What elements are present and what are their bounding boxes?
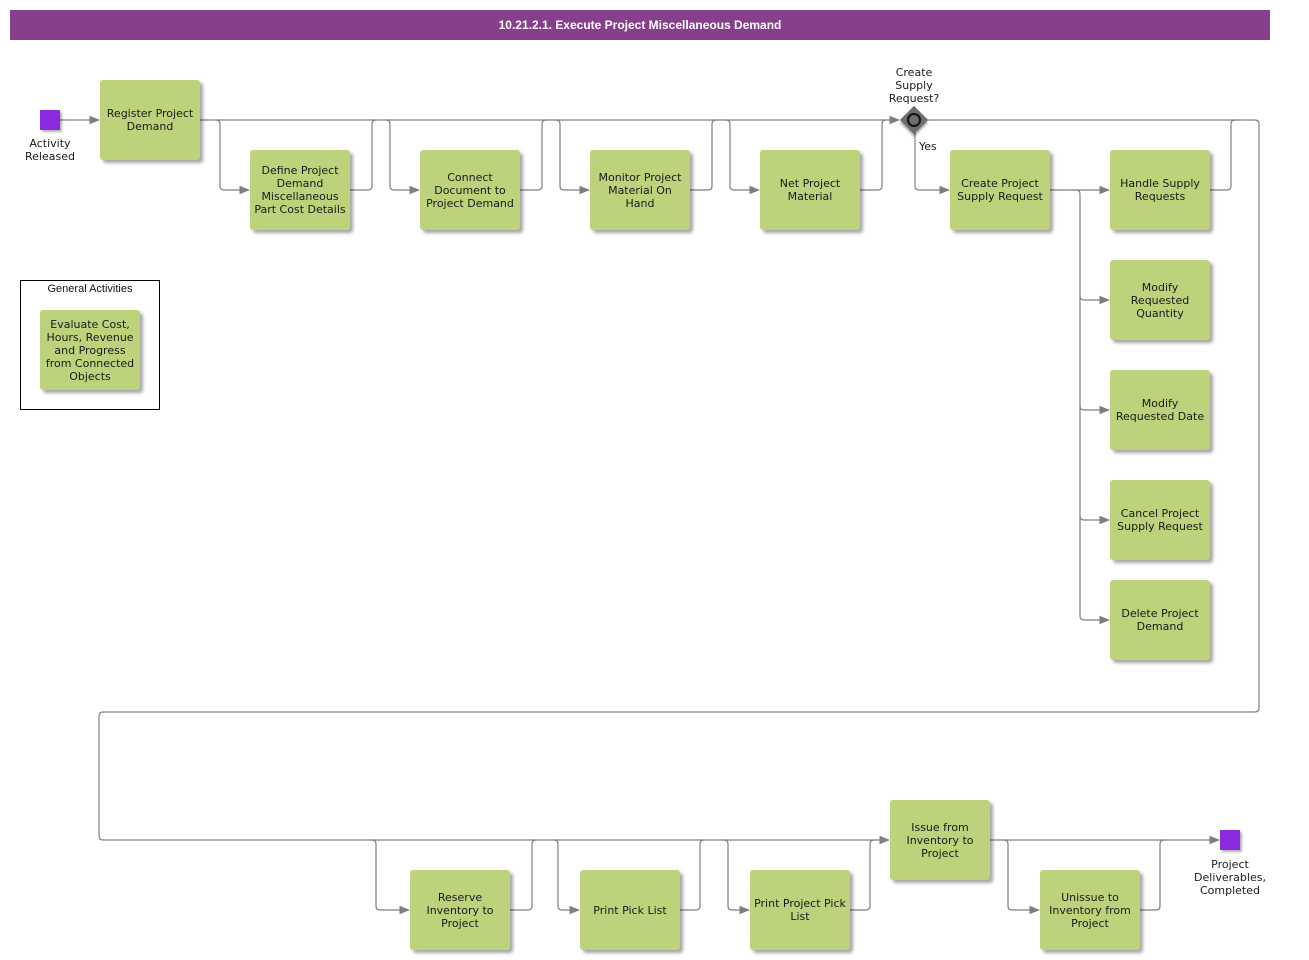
connector-from-print-pick	[680, 839, 705, 911]
connector-to-connect	[385, 119, 421, 195]
task-monitor-material[interactable]: Monitor Project Material On Hand	[590, 150, 690, 230]
connector-to-monitor	[555, 119, 591, 195]
task-modify-requested-date[interactable]: Modify Requested Date	[1110, 370, 1210, 450]
connector-to-print-project-pick	[723, 839, 751, 915]
task-net-project-material[interactable]: Net Project Material	[760, 150, 860, 230]
task-cancel-supply-request[interactable]: Cancel Project Supply Request	[1110, 480, 1210, 560]
start-event-label: Activity Released	[25, 137, 75, 163]
task-connect-document[interactable]: Connect Document to Project Demand	[420, 150, 520, 230]
connector-from-reserve	[510, 839, 537, 911]
connector-from-monitor	[690, 119, 717, 191]
connector-to-modify-date	[1079, 405, 1111, 415]
task-unissue-to-inventory[interactable]: Unissue to Inventory from Project	[1040, 870, 1140, 950]
connector-to-reserve	[371, 839, 411, 915]
connector-branch-vertical	[1075, 189, 1111, 625]
task-create-supply-request[interactable]: Create Project Supply Request	[950, 150, 1050, 230]
task-reserve-inventory[interactable]: Reserve Inventory to Project	[410, 870, 510, 950]
task-define-misc-part-cost[interactable]: Define Project Demand Miscellaneous Part…	[250, 150, 350, 230]
task-handle-supply-requests[interactable]: Handle Supply Requests	[1110, 150, 1210, 230]
connector-from-unissue	[1140, 839, 1165, 911]
task-modify-requested-quantity[interactable]: Modify Requested Quantity	[1110, 260, 1210, 340]
task-evaluate-cost-hours-revenue[interactable]: Evaluate Cost, Hours, Revenue and Progre…	[40, 310, 140, 390]
task-print-project-pick-list[interactable]: Print Project Pick List	[750, 870, 850, 950]
end-event-label: Project Deliverables, Completed	[1194, 858, 1266, 897]
connector-to-cancel	[1079, 515, 1111, 525]
gateway-yes-label: Yes	[919, 140, 937, 153]
connector-from-print-project-pick	[850, 839, 875, 911]
connector-to-define	[215, 119, 251, 195]
connector-from-handle	[1210, 119, 1236, 191]
task-issue-from-inventory[interactable]: Issue from Inventory to Project	[890, 800, 990, 880]
connector-from-net	[860, 119, 887, 191]
connector-to-print-pick	[553, 839, 581, 915]
gateway-question-label: Create Supply Request?	[888, 66, 940, 105]
task-delete-project-demand[interactable]: Delete Project Demand	[1110, 580, 1210, 660]
task-register-project-demand[interactable]: Register Project Demand	[100, 80, 200, 160]
general-activities-title: General Activities	[47, 283, 133, 295]
connector-to-modify-qty	[1079, 295, 1111, 305]
task-print-pick-list[interactable]: Print Pick List	[580, 870, 680, 950]
connector-to-net	[725, 119, 761, 195]
gateway-inclusive-ring-icon	[907, 113, 921, 127]
end-event[interactable]	[1220, 830, 1240, 850]
connector-to-unissue	[1003, 839, 1041, 915]
start-event[interactable]	[40, 110, 60, 130]
connector-from-define	[350, 119, 377, 191]
connector-from-connect	[520, 119, 547, 191]
